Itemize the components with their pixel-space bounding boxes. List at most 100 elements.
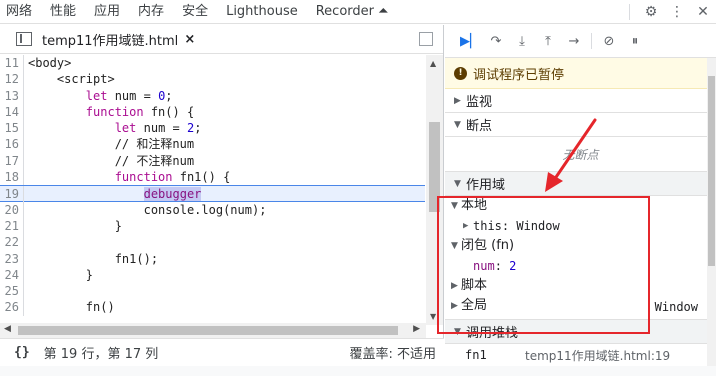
section-scope[interactable]: ▼ 作用域 [445, 172, 716, 196]
code-line[interactable]: 13 let num = 0; [0, 87, 425, 104]
code-line[interactable]: 24 } [0, 266, 425, 284]
line-number[interactable]: 15 [0, 120, 24, 137]
code-text: console.log(num); [28, 202, 267, 217]
expand-triangle-icon[interactable]: ▶ [454, 96, 466, 106]
close-icon[interactable]: ✕ [690, 0, 716, 24]
tab-lighthouse[interactable]: Lighthouse [217, 0, 307, 24]
editor-horizontal-scrollbar[interactable]: ◀ ▶ [0, 323, 426, 338]
tab-security[interactable]: 安全 [173, 0, 217, 24]
line-number[interactable]: 12 [0, 71, 24, 88]
line-number[interactable]: 17 [0, 152, 24, 170]
line-number[interactable]: 14 [0, 103, 24, 121]
code-text: fn() [28, 300, 115, 315]
code-text: } [28, 267, 94, 282]
line-number[interactable]: 26 [0, 299, 24, 316]
code-line[interactable]: 14 function fn() { [0, 103, 425, 121]
tab-recorder[interactable]: Recorder ⏶ [307, 0, 398, 24]
code-line[interactable]: 11 <body> [0, 55, 425, 72]
code-text: let num = 2; [114, 121, 202, 136]
line-number[interactable]: 18 [0, 169, 24, 186]
call-frame[interactable]: fn1 temp11作用域链.html:19 [445, 344, 716, 366]
collapse-triangle-icon[interactable]: ▼ [454, 179, 466, 189]
scroll-thumb[interactable] [708, 76, 715, 266]
sources-editor: temp11作用域链.html × 11 <body> 12 <script> 1… [0, 25, 444, 338]
step-over-icon[interactable]: ↷ [483, 34, 509, 49]
tab-performance[interactable]: 性能 [41, 0, 85, 24]
scroll-thumb[interactable] [18, 326, 398, 335]
line-number[interactable]: 20 [0, 201, 24, 218]
line-number[interactable]: 25 [0, 283, 24, 300]
gear-icon[interactable]: ⚙ [638, 0, 664, 24]
deactivate-breakpoints-icon[interactable]: ⊘ [596, 34, 622, 49]
close-file-icon[interactable]: × [184, 32, 195, 47]
line-number[interactable]: 24 [0, 266, 24, 284]
no-breakpoints-message: 无断点 [445, 137, 716, 172]
code-line[interactable]: 22 [0, 234, 425, 251]
cursor-position: 第 19 行，第 17 列 [43, 347, 159, 362]
toggle-navigator-icon[interactable] [16, 32, 32, 46]
code-line[interactable]: 23 fn1(); [0, 250, 425, 267]
step-icon[interactable]: → [561, 34, 587, 49]
section-title: 断点 [466, 119, 493, 134]
paused-label: 调试程序已暂停 [473, 67, 565, 83]
resume-icon[interactable]: ▶▏ [457, 34, 483, 49]
step-into-icon[interactable]: ⤓ [509, 34, 535, 49]
scroll-down-icon[interactable]: ▼ [430, 312, 436, 321]
annotation-highlight-box [437, 196, 650, 334]
section-breakpoints[interactable]: ▼ 断点 [445, 113, 716, 137]
line-number[interactable]: 19 [0, 186, 24, 203]
debugger-statement: debugger [143, 187, 202, 202]
tab-application[interactable]: 应用 [85, 0, 129, 24]
tab-memory[interactable]: 内存 [129, 0, 173, 24]
current-execution-line[interactable]: 19 debugger [0, 185, 425, 203]
editor-tab-bar: temp11作用域链.html × [0, 25, 443, 54]
code-view[interactable]: 11 <body> 12 <script> 13 let num = 0; 14 … [0, 55, 425, 325]
section-title: 监视 [466, 95, 493, 110]
toggle-debugger-icon[interactable] [419, 32, 433, 46]
scroll-right-icon[interactable]: ▶ [413, 324, 420, 334]
step-out-icon[interactable]: ⤒ [535, 34, 561, 49]
pause-on-exceptions-icon[interactable]: ⏸ [622, 34, 648, 49]
code-line[interactable]: 15 let num = 2; [0, 120, 425, 137]
paused-banner: ! 调试程序已暂停 [445, 58, 716, 89]
code-comment: // 和注释num [28, 137, 195, 152]
global-value: Window [654, 300, 698, 314]
code-text: fn1(); [28, 251, 159, 266]
code-text: function fn1() { [114, 170, 231, 185]
sidebar-scrollbar[interactable] [707, 58, 716, 376]
divider [591, 33, 592, 49]
tab-network[interactable]: 网络 [0, 0, 41, 24]
info-icon: ! [454, 66, 467, 80]
debugger-toolbar: ▶▏ ↷ ⤓ ⤒ → ⊘ ⏸ [445, 25, 716, 58]
line-number[interactable]: 22 [0, 234, 24, 251]
code-comment: // 不注释num [28, 153, 195, 168]
code-line[interactable]: 26 fn() [0, 299, 425, 316]
code-text: function fn() { [85, 104, 195, 119]
frame-location[interactable]: temp11作用域链.html:19 [525, 347, 670, 364]
line-number[interactable]: 21 [0, 217, 24, 235]
section-title: 作用域 [466, 178, 506, 193]
pretty-print-button[interactable]: {} [14, 345, 30, 360]
collapse-triangle-icon[interactable]: ▼ [454, 120, 466, 130]
code-text: } [28, 218, 122, 233]
code-line[interactable]: 17 // 不注释num [0, 152, 425, 170]
scroll-up-icon[interactable]: ▲ [430, 59, 436, 68]
code-line[interactable]: 12 <script> [0, 71, 425, 88]
line-number[interactable]: 16 [0, 136, 24, 153]
code-text: <script> [28, 72, 115, 87]
code-line[interactable]: 25 [0, 283, 425, 300]
section-watch[interactable]: ▶ 监视 [445, 89, 716, 113]
code-line[interactable]: 18 function fn1() { [0, 169, 425, 186]
frame-function: fn1 [465, 348, 487, 362]
line-number[interactable]: 13 [0, 87, 24, 104]
divider [629, 4, 630, 20]
line-number[interactable]: 11 [0, 55, 24, 72]
code-line[interactable]: 20 console.log(num); [0, 201, 425, 218]
file-tab-name[interactable]: temp11作用域链.html [42, 30, 178, 49]
code-line[interactable]: 21 } [0, 217, 425, 235]
more-vertical-icon[interactable]: ⋮ [664, 0, 690, 24]
coverage-status: 覆盖率: 不适用 [349, 347, 436, 362]
line-number[interactable]: 23 [0, 250, 24, 267]
code-line[interactable]: 16 // 和注释num [0, 136, 425, 153]
scroll-left-icon[interactable]: ◀ [4, 324, 11, 334]
